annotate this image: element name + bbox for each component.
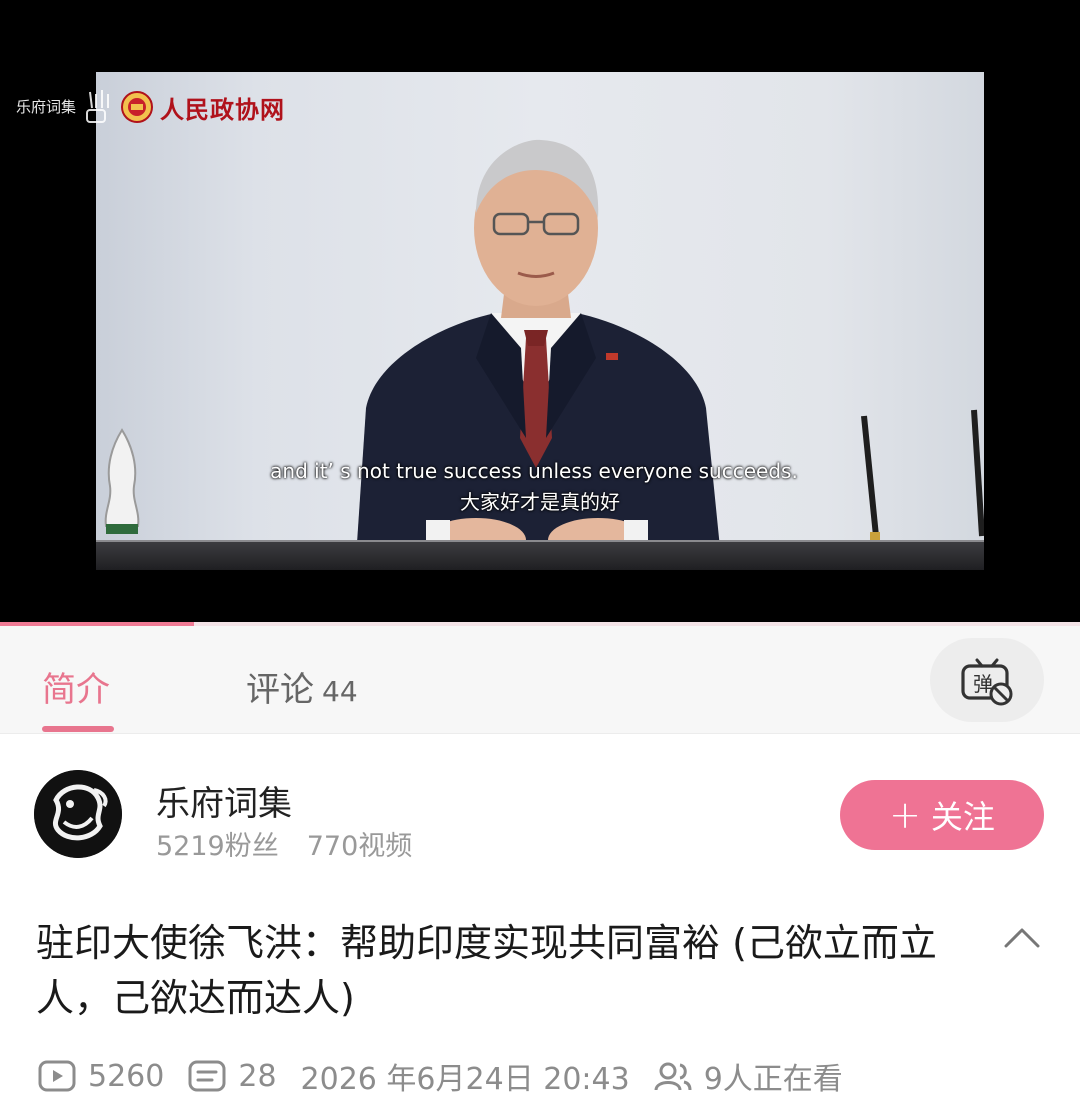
cppcc-emblem-icon bbox=[121, 91, 153, 123]
plus-icon: + bbox=[889, 793, 921, 837]
site-logo-text: 人民政协网 bbox=[160, 95, 285, 124]
bilibili-watermark-icon bbox=[86, 90, 109, 123]
uploader-followers: 5219粉丝 bbox=[156, 831, 279, 862]
collapse-chevron-icon[interactable] bbox=[1002, 924, 1042, 952]
danmaku-toggle-button[interactable]: 弹 bbox=[930, 638, 1044, 722]
follow-button[interactable]: + 关注 bbox=[840, 780, 1044, 850]
subtitle-chinese: 大家好才是真的好 bbox=[460, 490, 620, 514]
tab-comments[interactable]: 评论 44 bbox=[246, 662, 358, 711]
danmaku-toggle-icon: 弹 bbox=[961, 658, 1013, 706]
tab-intro-underline bbox=[42, 726, 114, 732]
avatar[interactable] bbox=[34, 770, 122, 858]
desk bbox=[96, 540, 984, 570]
tab-comments-label: 评论 bbox=[246, 670, 314, 710]
uploader-videos: 770视频 bbox=[306, 831, 413, 862]
danmaku-count: 28 bbox=[238, 1058, 277, 1094]
uploader-card: 乐府词集 5219粉丝 770视频 + 关注 bbox=[0, 736, 1080, 886]
watching-icon bbox=[654, 1062, 692, 1091]
follow-button-label: 关注 bbox=[930, 798, 995, 836]
video-title: 驻印大使徐飞洪：帮助印度实现共同富裕 (己欲立而立人，己欲达而达人) bbox=[36, 921, 937, 1020]
tab-comments-count: 44 bbox=[322, 675, 358, 708]
danmaku-count-icon bbox=[188, 1060, 226, 1092]
uploader-name[interactable]: 乐府词集 bbox=[156, 776, 292, 825]
publish-datetime: 2026 年6月24日 20:43 bbox=[300, 1062, 630, 1097]
content-tabs: 简介 评论 44 弹 bbox=[0, 626, 1080, 734]
channel-watermark: 乐府词集 bbox=[16, 98, 77, 116]
subtitle-english: and it’ s not true success unless everyo… bbox=[0, 459, 1080, 483]
play-count-icon bbox=[38, 1060, 76, 1092]
video-player[interactable]: 乐府词集 人民政协网 and it’ s not true success un… bbox=[0, 0, 1080, 622]
watching-count: 9人正在看 bbox=[703, 1062, 843, 1097]
avatar-tiger-icon bbox=[34, 770, 122, 858]
tab-intro[interactable]: 简介 bbox=[42, 662, 110, 711]
video-meta: 5260 28 2026 年6月24日 20:43 9人正在看 bbox=[38, 1056, 843, 1097]
uploader-stats: 5219粉丝 770视频 bbox=[156, 824, 412, 863]
subtitle-english-text: and it’ s not true success unless everyo… bbox=[270, 459, 798, 483]
play-count: 5260 bbox=[88, 1058, 165, 1094]
